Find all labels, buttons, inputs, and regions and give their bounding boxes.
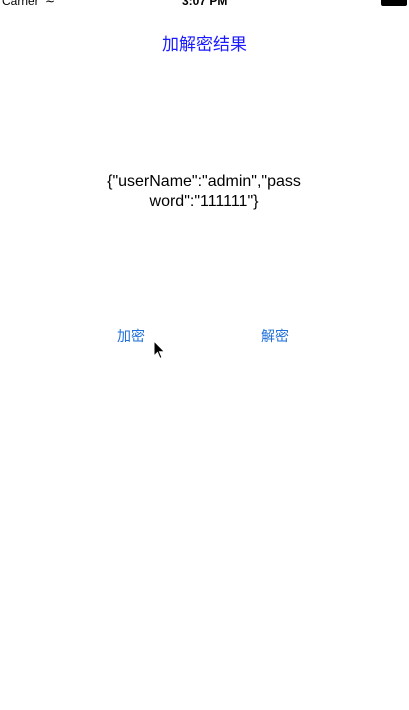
battery-icon (381, 0, 407, 6)
decrypt-button[interactable]: 解密 (261, 326, 289, 346)
encrypt-button[interactable]: 加密 (117, 326, 145, 346)
page-title: 加解密结果 (162, 35, 247, 55)
result-text: {"userName":"admin","password":"111111"} (107, 173, 301, 210)
wifi-icon: ≈ (45, 0, 56, 7)
status-bar: Carrier ≈ 3:07 PM (0, 0, 409, 12)
status-time: 3:07 PM (182, 0, 228, 8)
carrier-label: Carrier (2, 0, 39, 8)
mouse-cursor-icon (153, 340, 166, 360)
